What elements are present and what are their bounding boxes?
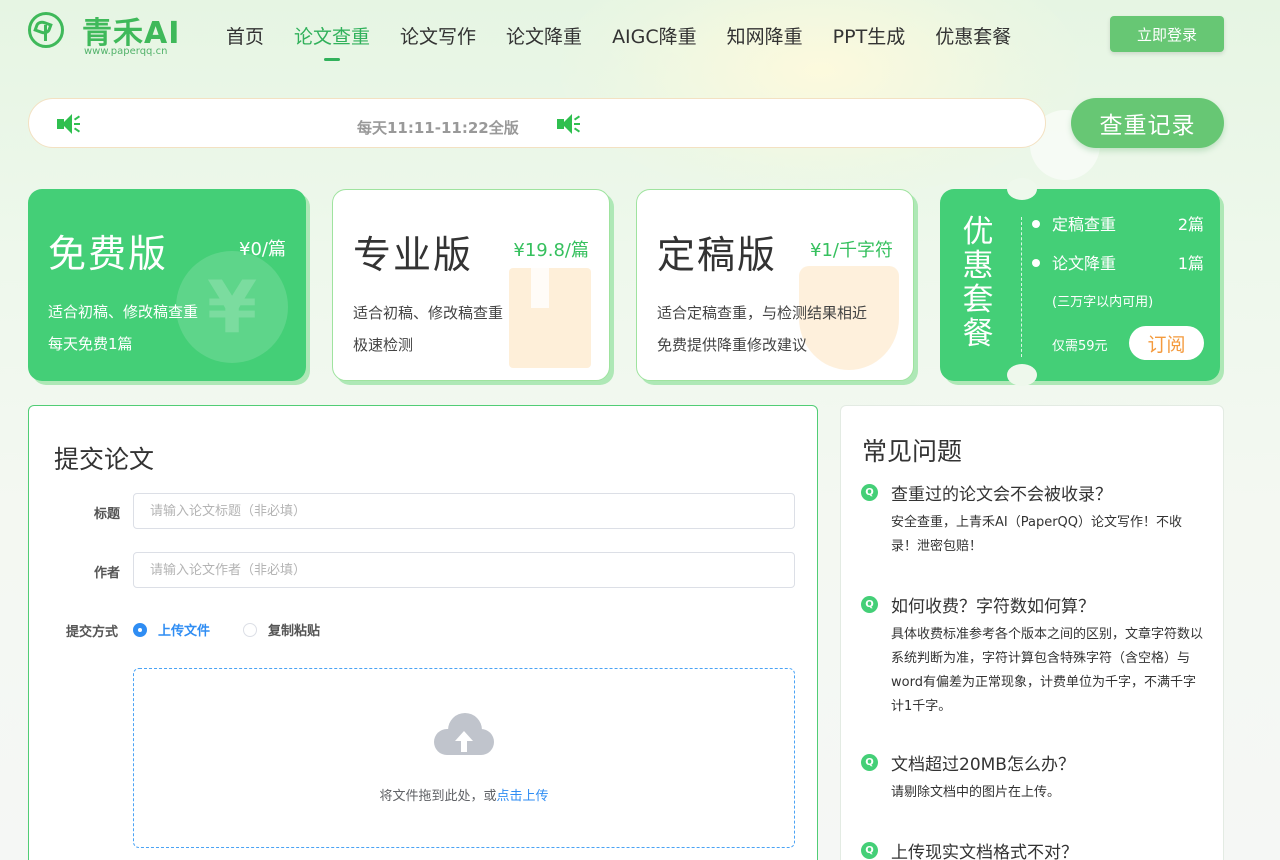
panel-title: 提交论文 <box>54 445 155 474</box>
click-upload-link[interactable]: 点击上传 <box>497 789 549 804</box>
plan-desc: 每天免费1篇 <box>48 335 133 353</box>
method-label: 提交方式 <box>66 625 119 640</box>
faq-answer: 请剔除文档中的图片在上传。 <box>891 785 1061 800</box>
question-icon: Q <box>861 842 878 859</box>
ticket-notch <box>1007 364 1037 386</box>
speaker-icon <box>57 114 81 134</box>
nav-home[interactable]: 首页 <box>226 22 264 49</box>
title-label: 标题 <box>94 507 121 522</box>
plan-price: ¥0/篇 <box>239 239 286 260</box>
submit-paper-panel: 提交论文 标题 作者 提交方式 上传文件 复制粘贴 将文件拖到此处，或点击上传 <box>28 405 818 860</box>
ticket-divider <box>1021 217 1022 357</box>
title-input[interactable] <box>133 493 795 529</box>
radio-copy-paste[interactable]: 复制粘贴 <box>243 620 320 639</box>
faq-panel: 常见问题 Q 查重过的论文会不会被收录？ 安全查重，上青禾AI（PaperQQ）论… <box>840 405 1224 860</box>
nav-paper-rewrite[interactable]: 论文降重 <box>506 22 582 49</box>
faq-item: Q 文档超过20MB怎么办？ 请剔除文档中的图片在上传。 <box>861 750 1205 805</box>
top-header: 青禾AI www.paperqq.cn 首页 论文查重 论文写作 论文降重 AI… <box>0 0 1280 70</box>
faq-question: 上传现实文档格式不对？ <box>891 843 1078 860</box>
plan-desc: 极速检测 <box>353 336 414 354</box>
site-logo[interactable]: 青禾AI www.paperqq.cn <box>28 10 188 62</box>
plan-price: ¥19.8/篇 <box>513 240 589 261</box>
question-icon: Q <box>861 754 878 771</box>
ticket-notch <box>1007 178 1037 200</box>
plan-card-final[interactable]: 定稿版 ¥1/千字符 适合定稿查重，与检测结果相近 免费提供降重修改建议 <box>636 189 914 381</box>
package-item-count: 1篇 <box>1177 254 1204 273</box>
author-input[interactable] <box>133 552 795 588</box>
faq-item: Q 如何收费？字符数如何算？ 具体收费标准参考各个版本之间的区别，文章字符数以系统… <box>861 592 1205 719</box>
plan-card-free[interactable]: ¥ 免费版 ¥0/篇 适合初稿、修改稿查重 每天免费1篇 <box>28 189 306 381</box>
plan-desc: 适合初稿、修改稿查重 <box>353 304 504 322</box>
announcement-text: 每天11:11-11:22全版 <box>357 119 519 137</box>
faq-question: 文档超过20MB怎么办？ <box>891 755 1075 775</box>
package-item: 论文降重 <box>1032 250 1116 274</box>
faq-answer: 具体收费标准参考各个版本之间的区别，文章字符数以系统判断为准，字符计算包含特殊字… <box>891 627 1204 714</box>
package-price: 仅需59元 <box>1052 339 1108 354</box>
plan-title: 专业版 <box>353 233 474 277</box>
book-icon <box>509 268 591 368</box>
nav-paper-writing[interactable]: 论文写作 <box>400 22 476 49</box>
package-title: 优惠套餐 <box>962 214 994 352</box>
question-icon: Q <box>861 596 878 613</box>
faq-answer: 安全查重，上青禾AI（PaperQQ）论文写作！不收录！泄密包赔！ <box>891 515 1183 554</box>
login-button[interactable]: 立即登录 <box>1110 16 1224 52</box>
faq-item: Q 上传现实文档格式不对？ <box>861 838 1205 860</box>
upload-hint: 将文件拖到此处，或点击上传 <box>379 789 549 804</box>
plan-title: 免费版 <box>48 232 169 276</box>
faq-question: 如何收费？字符数如何算？ <box>891 597 1095 617</box>
package-item: 定稿查重 <box>1032 211 1116 235</box>
plan-title: 定稿版 <box>657 233 778 277</box>
author-label: 作者 <box>94 566 121 581</box>
nav-aigc-rewrite[interactable]: AIGC降重 <box>612 22 697 49</box>
plan-desc: 适合定稿查重，与检测结果相近 <box>657 304 868 322</box>
speaker-icon <box>557 114 581 134</box>
faq-title: 常见问题 <box>862 437 963 466</box>
plan-desc: 适合初稿、修改稿查重 <box>48 303 199 321</box>
faq-item: Q 查重过的论文会不会被收录？ 安全查重，上青禾AI（PaperQQ）论文写作！不… <box>861 480 1205 559</box>
nav-ppt-generate[interactable]: PPT生成 <box>833 22 906 49</box>
nav-plagiarism-check[interactable]: 论文查重 <box>294 22 370 61</box>
faq-question: 查重过的论文会不会被收录？ <box>891 485 1112 505</box>
plan-price: ¥1/千字符 <box>810 240 893 261</box>
check-records-button[interactable]: 查重记录 <box>1071 98 1224 148</box>
package-note: (三万字以内可用) <box>1052 295 1154 310</box>
logo-url: www.paperqq.cn <box>84 46 168 57</box>
plan-desc: 免费提供降重修改建议 <box>657 336 808 354</box>
subscribe-button[interactable]: 订阅 <box>1129 326 1204 360</box>
main-nav: 首页 论文查重 论文写作 论文降重 AIGC降重 知网降重 PPT生成 优惠套餐 <box>226 22 1041 61</box>
nav-packages[interactable]: 优惠套餐 <box>935 22 1011 49</box>
radio-upload-file[interactable]: 上传文件 <box>133 620 210 639</box>
logo-sprout-icon <box>28 12 64 48</box>
question-icon: Q <box>861 484 878 501</box>
package-card: 优惠套餐 定稿查重 2篇 论文降重 1篇 (三万字以内可用) 仅需59元 订阅 <box>940 189 1220 381</box>
nav-cnki-rewrite[interactable]: 知网降重 <box>727 22 803 49</box>
package-item-count: 2篇 <box>1177 215 1204 234</box>
upload-cloud-icon <box>434 713 494 757</box>
plan-card-pro[interactable]: 专业版 ¥19.8/篇 适合初稿、修改稿查重 极速检测 <box>332 189 610 381</box>
announcement-bar: 每天11:11-11:22全版 <box>28 98 1046 148</box>
upload-dropzone[interactable]: 将文件拖到此处，或点击上传 <box>133 668 795 848</box>
